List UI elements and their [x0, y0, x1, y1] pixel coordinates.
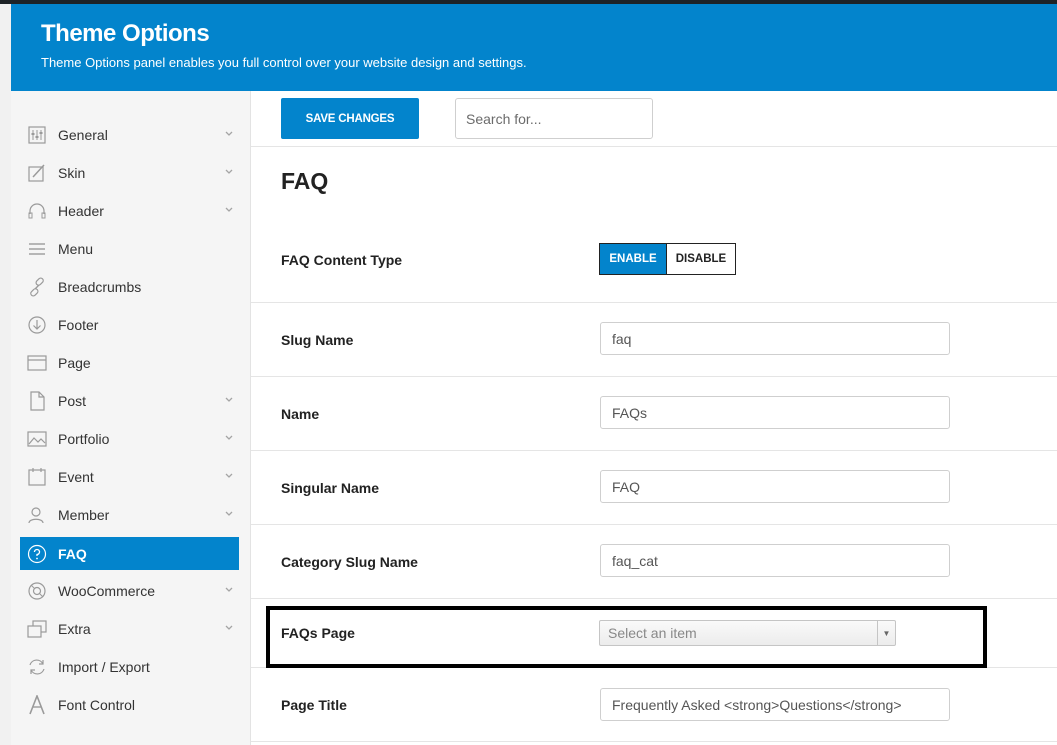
field-label: Category Slug Name	[281, 554, 418, 570]
link-icon	[27, 276, 47, 297]
browser-icon	[27, 353, 47, 373]
sidebar-item-menu[interactable]: Menu	[20, 232, 239, 265]
sidebar-item-label: Extra	[58, 620, 91, 637]
field-label: FAQ Content Type	[281, 252, 403, 268]
arrow-down-circle-icon	[27, 315, 47, 335]
question-circle-icon	[27, 544, 47, 564]
users-icon	[27, 505, 47, 525]
field-row-singular-name: Singular Name	[251, 451, 1057, 525]
field-row-category-slug: Category Slug Name	[251, 525, 1057, 599]
disable-button[interactable]: DISABLE	[666, 244, 735, 274]
refresh-icon	[27, 657, 47, 677]
left-edge	[0, 4, 11, 745]
image-icon	[27, 429, 47, 449]
chevron-down-icon	[223, 507, 235, 519]
sidebar-item-faq[interactable]: FAQ	[20, 537, 239, 570]
field-row-page-title: Page Title	[251, 668, 1057, 742]
sidebar-item-breadcrumbs[interactable]: Breadcrumbs	[20, 270, 239, 303]
singular-name-input[interactable]	[600, 470, 950, 503]
sidebar-item-label: Menu	[58, 240, 94, 257]
search-input[interactable]	[455, 98, 653, 139]
document-icon	[27, 390, 47, 411]
sidebar-item-label: Header	[58, 202, 104, 219]
sidebar-item-label: Portfolio	[58, 430, 110, 447]
sidebar-item-label: General	[58, 126, 108, 143]
chevron-down-icon	[223, 393, 235, 405]
slug-name-input[interactable]	[600, 322, 950, 355]
content-type-toggle: ENABLE DISABLE	[599, 243, 736, 275]
sidebar-item-import-export[interactable]: Import / Export	[20, 650, 239, 683]
support-icon	[27, 581, 47, 601]
field-row-slug-name: Slug Name	[251, 303, 1057, 377]
sidebar-item-portfolio[interactable]: Portfolio	[20, 422, 239, 455]
sidebar-item-member[interactable]: Member	[20, 498, 239, 531]
highlight-box	[266, 606, 987, 668]
chevron-down-icon	[223, 203, 235, 215]
field-label: Page Title	[281, 697, 347, 713]
sidebar-item-header[interactable]: Header	[20, 194, 239, 227]
chevron-down-icon	[223, 165, 235, 177]
sidebar-item-label: Import / Export	[58, 658, 150, 675]
category-slug-input[interactable]	[600, 544, 950, 577]
field-label: Singular Name	[281, 480, 380, 496]
sidebar-item-label: Event	[58, 468, 94, 485]
chevron-down-icon	[223, 431, 235, 443]
sidebar-item-label: FAQ	[58, 545, 87, 562]
sidebar-item-label: Skin	[58, 164, 86, 181]
chevron-down-icon	[223, 583, 235, 595]
sidebar-item-label: Font Control	[58, 696, 136, 713]
field-label: Slug Name	[281, 332, 354, 348]
sidebar-item-label: Footer	[58, 316, 99, 333]
sidebar-item-footer[interactable]: Footer	[20, 308, 239, 341]
sidebar-item-woocommerce[interactable]: WooCommerce	[20, 574, 239, 607]
sidebar	[11, 91, 251, 745]
headphones-icon	[27, 201, 47, 221]
chevron-down-icon	[223, 621, 235, 633]
toolbar: SAVE CHANGES	[251, 91, 1057, 147]
sidebar-item-font-control[interactable]: Font Control	[20, 688, 239, 721]
section-title: FAQ	[281, 168, 329, 194]
sidebar-item-label: WooCommerce	[58, 582, 155, 599]
sliders-icon	[27, 125, 47, 145]
enable-button[interactable]: ENABLE	[600, 244, 666, 274]
chevron-down-icon	[223, 127, 235, 139]
sidebar-item-event[interactable]: Event	[20, 460, 239, 493]
sidebar-item-general[interactable]: General	[20, 118, 239, 151]
name-input[interactable]	[600, 396, 950, 429]
page-title-input[interactable]	[600, 688, 950, 721]
sidebar-item-skin[interactable]: Skin	[20, 156, 239, 189]
sidebar-item-label: Post	[58, 392, 87, 409]
sidebar-item-label: Page	[58, 354, 91, 371]
sidebar-item-label: Member	[58, 506, 110, 523]
chevron-down-icon	[223, 469, 235, 481]
font-icon	[27, 694, 47, 715]
field-label: Name	[281, 406, 320, 422]
sidebar-item-label: Breadcrumbs	[58, 278, 142, 295]
sidebar-item-extra[interactable]: Extra	[20, 612, 239, 645]
field-row-name: Name	[251, 377, 1057, 451]
menu-icon	[27, 239, 47, 259]
paint-icon	[27, 163, 47, 183]
page-title: Theme Options	[41, 20, 210, 47]
page-header: Theme Options Theme Options panel enable…	[11, 4, 1057, 91]
calendar-icon	[27, 467, 47, 487]
sidebar-item-page[interactable]: Page	[20, 346, 239, 379]
save-changes-button[interactable]: SAVE CHANGES	[281, 98, 419, 139]
page-subtitle: Theme Options panel enables you full con…	[41, 55, 527, 70]
sidebar-item-post[interactable]: Post	[20, 384, 239, 417]
layers-icon	[27, 619, 47, 639]
